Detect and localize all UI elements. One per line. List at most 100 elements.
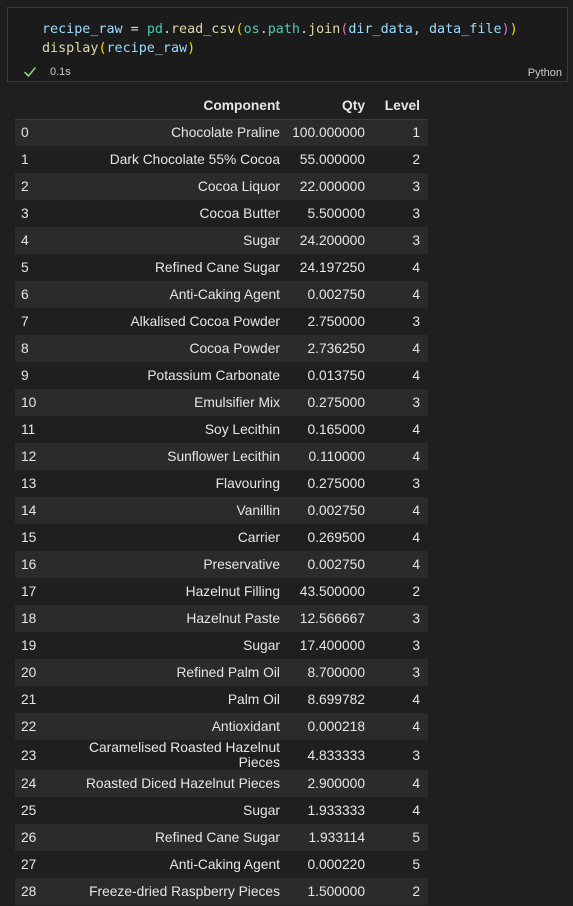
table-row: 2 Cocoa Liquor 22.000000 3 bbox=[15, 173, 428, 200]
table-row: 4 Sugar 24.200000 3 bbox=[15, 227, 428, 254]
row-index: 2 bbox=[21, 179, 29, 194]
qty-cell: 0.110000 bbox=[308, 449, 365, 464]
row-index: 15 bbox=[21, 530, 37, 545]
component-cell: Alkalised Cocoa Powder bbox=[130, 314, 280, 329]
row-index: 11 bbox=[21, 422, 36, 437]
table-row: 14 Vanillin 0.002750 4 bbox=[15, 497, 428, 524]
table-row: 7 Alkalised Cocoa Powder 2.750000 3 bbox=[15, 308, 428, 335]
row-index: 20 bbox=[21, 665, 37, 680]
row-index: 14 bbox=[21, 503, 37, 518]
qty-cell: 2.900000 bbox=[307, 776, 365, 791]
column-header-qty: Qty bbox=[284, 92, 371, 120]
row-index: 16 bbox=[21, 557, 37, 572]
row-index: 12 bbox=[21, 449, 37, 464]
column-header-component: Component bbox=[54, 92, 284, 120]
qty-cell: 0.002750 bbox=[307, 503, 365, 518]
row-index: 7 bbox=[21, 314, 29, 329]
table-row: 10 Emulsifier Mix 0.275000 3 bbox=[15, 389, 428, 416]
component-cell: Sunflower Lecithin bbox=[167, 449, 280, 464]
row-index: 18 bbox=[21, 611, 37, 626]
component-cell: Vanillin bbox=[236, 503, 280, 518]
code-token: pd bbox=[146, 22, 163, 37]
code-token: join bbox=[308, 22, 341, 37]
component-cell: Sugar bbox=[243, 638, 280, 653]
table-row: 12 Sunflower Lecithin 0.110000 4 bbox=[15, 443, 428, 470]
row-index: 13 bbox=[21, 476, 37, 491]
execution-time: 0.1s bbox=[50, 66, 71, 78]
component-cell: Emulsifier Mix bbox=[194, 395, 280, 410]
component-cell: Preservative bbox=[203, 557, 280, 572]
level-cell: 4 bbox=[412, 692, 420, 707]
code-token: read_csv bbox=[171, 22, 236, 37]
row-index: 23 bbox=[21, 747, 37, 763]
component-cell: Refined Palm Oil bbox=[176, 665, 280, 680]
component-cell: Potassium Carbonate bbox=[147, 368, 280, 383]
table-row: 27 Anti-Caking Agent 0.000220 5 bbox=[15, 851, 428, 878]
level-cell: 4 bbox=[412, 422, 420, 437]
table-row: 23 Caramelised Roasted Hazelnut Pieces 4.8… bbox=[15, 740, 428, 770]
component-cell: Cocoa Powder bbox=[189, 341, 281, 356]
table-row: 0 Chocolate Praline 100.000000 1 bbox=[15, 119, 428, 146]
qty-cell: 17.400000 bbox=[299, 638, 365, 653]
component-cell: Caramelised Roasted Hazelnut Pieces bbox=[89, 740, 280, 770]
component-cell: Cocoa Liquor bbox=[197, 179, 280, 194]
level-cell: 2 bbox=[412, 884, 420, 899]
table-row: 24 Roasted Diced Hazelnut Pieces 2.900000 4 bbox=[15, 770, 428, 797]
level-cell: 5 bbox=[412, 857, 420, 872]
check-icon bbox=[24, 67, 36, 77]
component-cell: Roasted Diced Hazelnut Pieces bbox=[85, 776, 280, 791]
code-token: . bbox=[162, 22, 171, 37]
component-cell: Chocolate Praline bbox=[171, 125, 280, 141]
code-token: . bbox=[300, 22, 309, 37]
level-cell: 4 bbox=[412, 260, 420, 275]
table-row: 18 Hazelnut Paste 12.566667 3 bbox=[15, 605, 428, 632]
table-row: 8 Cocoa Powder 2.736250 4 bbox=[15, 335, 428, 362]
code-line-2: display(recipe_raw) bbox=[42, 41, 195, 56]
qty-cell: 0.002750 bbox=[307, 557, 365, 572]
row-index: 8 bbox=[21, 341, 29, 356]
qty-cell: 55.000000 bbox=[299, 152, 365, 167]
execution-status: 0.1s bbox=[23, 65, 71, 79]
row-index: 26 bbox=[21, 830, 37, 845]
code-token: ( bbox=[235, 22, 244, 37]
component-cell: Refined Cane Sugar bbox=[154, 260, 280, 275]
qty-cell: 8.700000 bbox=[307, 665, 365, 680]
qty-cell: 12.566667 bbox=[299, 611, 365, 626]
component-cell: Soy Lecithin bbox=[204, 422, 280, 437]
level-cell: 4 bbox=[412, 287, 420, 302]
code-token: display bbox=[42, 41, 99, 56]
row-index: 0 bbox=[21, 125, 29, 141]
row-index: 21 bbox=[21, 692, 37, 707]
row-index: 4 bbox=[21, 233, 29, 248]
qty-cell: 0.002750 bbox=[307, 287, 365, 302]
component-cell: Hazelnut Filling bbox=[185, 584, 280, 599]
code-editor[interactable]: recipe_raw = pd.read_csv(os.path.join(di… bbox=[42, 20, 518, 58]
level-cell: 2 bbox=[412, 584, 420, 599]
row-index: 22 bbox=[21, 719, 37, 734]
qty-cell: 24.197250 bbox=[299, 260, 365, 275]
code-token: data_file bbox=[429, 22, 502, 37]
table-row: 22 Antioxidant 0.000218 4 bbox=[15, 713, 428, 740]
level-cell: 4 bbox=[412, 503, 420, 518]
qty-cell: 100.000000 bbox=[292, 125, 365, 141]
row-index: 9 bbox=[21, 368, 29, 383]
qty-cell: 0.000218 bbox=[307, 719, 365, 734]
language-label[interactable]: Python bbox=[528, 67, 562, 79]
table-row: 6 Anti-Caking Agent 0.002750 4 bbox=[15, 281, 428, 308]
component-cell: Antioxidant bbox=[211, 719, 280, 734]
component-cell: Cocoa Butter bbox=[199, 206, 280, 221]
table-row: 9 Potassium Carbonate 0.013750 4 bbox=[15, 362, 428, 389]
component-cell: Sugar bbox=[243, 803, 280, 818]
code-token: , bbox=[412, 22, 429, 37]
code-cell[interactable]: recipe_raw = pd.read_csv(os.path.join(di… bbox=[7, 7, 568, 82]
component-cell: Sugar bbox=[243, 233, 280, 248]
row-index: 3 bbox=[21, 206, 29, 221]
row-index: 1 bbox=[21, 152, 29, 167]
code-token: path bbox=[267, 22, 300, 37]
qty-cell: 5.500000 bbox=[307, 206, 365, 221]
level-cell: 3 bbox=[412, 179, 420, 194]
row-index: 28 bbox=[21, 884, 37, 899]
component-cell: Refined Cane Sugar bbox=[154, 830, 280, 845]
table-row: 21 Palm Oil 8.699782 4 bbox=[15, 686, 428, 713]
qty-cell: 0.000220 bbox=[307, 857, 365, 872]
